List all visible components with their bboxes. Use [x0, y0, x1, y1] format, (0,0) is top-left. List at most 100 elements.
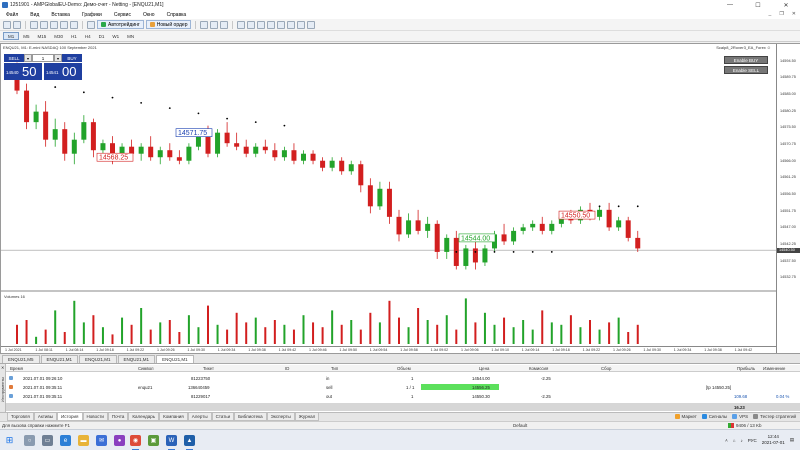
trade-price-label[interactable]: 14550.50	[558, 210, 596, 220]
timeframe-mn[interactable]: MN	[123, 32, 138, 40]
status-connection[interactable]: 9406 / 13 Kb	[728, 423, 762, 428]
tab-alerts[interactable]: Алерты	[187, 413, 212, 421]
word-icon[interactable]: W	[166, 435, 177, 450]
tab-trade[interactable]: Торговля	[7, 413, 34, 421]
sell-price-box[interactable]: 14540 50	[4, 63, 42, 80]
new-chart-icon[interactable]	[3, 20, 11, 29]
chart-window[interactable]: 14568.25 14571.75 14544.00 14550.50 ENQU21,…	[0, 43, 800, 354]
tab-news[interactable]: Новости	[82, 413, 108, 421]
timeframe-m1[interactable]: M1	[3, 32, 20, 40]
profiles-icon[interactable]	[13, 20, 21, 29]
indicators-icon[interactable]	[287, 20, 296, 29]
volume-input[interactable]: 1	[32, 54, 54, 62]
tab-assets[interactable]: Активы	[33, 413, 58, 421]
col-id[interactable]: ID	[285, 366, 289, 371]
input-language[interactable]: РУС	[748, 438, 757, 443]
col-commission[interactable]: Комиссия	[529, 366, 548, 371]
history-row[interactable]: 2021.07.01 09:35:11 enqu21 136640459 sel…	[6, 383, 800, 391]
windows-start-icon[interactable]: ⊞	[4, 435, 15, 446]
bar-chart-icon[interactable]	[200, 20, 209, 29]
chrome-icon[interactable]: ◉	[130, 435, 141, 450]
toolbox-close-button[interactable]: ✕	[1, 365, 4, 370]
tab-calendar[interactable]: Календарь	[128, 413, 160, 421]
network-icon[interactable]: ⌂	[733, 438, 736, 443]
data-window-icon[interactable]	[40, 20, 48, 29]
menu-tools[interactable]: Сервис	[108, 12, 137, 18]
ide-icon[interactable]	[87, 20, 95, 29]
menu-window[interactable]: Окно	[137, 12, 161, 18]
status-profile[interactable]: Default	[513, 423, 527, 428]
minimize-button[interactable]: —	[716, 0, 744, 10]
file-explorer-icon[interactable]: ▬	[78, 435, 89, 446]
tester-link[interactable]: Тестер стратегий	[753, 414, 796, 419]
tab-mailbox[interactable]: Почта	[107, 413, 129, 421]
market-watch-icon[interactable]	[30, 20, 38, 29]
menu-file[interactable]: Файл	[0, 12, 24, 18]
periods-icon[interactable]	[297, 20, 306, 29]
volume-dropdown[interactable]: ▾	[24, 54, 32, 62]
child-close-button[interactable]: ✕	[792, 11, 796, 17]
tray-chevron-icon[interactable]: ˄	[725, 438, 728, 443]
col-ticket[interactable]: Тикет	[203, 366, 214, 371]
sell-button[interactable]: SELL	[4, 54, 24, 62]
timeframe-m15[interactable]: M15	[34, 32, 51, 40]
col-type[interactable]: Тип	[331, 366, 338, 371]
price-axis[interactable]: 14594.50 14589.75 14585.00 14580.25 14575.50…	[776, 44, 800, 353]
tab-code-base[interactable]: Библиотека	[234, 413, 267, 421]
price-chart[interactable]: 14568.25 14571.75 14544.00 14550.50	[1, 44, 776, 346]
signals-link[interactable]: Сигналы	[701, 414, 727, 419]
new-order-button[interactable]: Новый ордер	[145, 20, 192, 29]
buy-price-box[interactable]: 14541 00	[44, 63, 82, 80]
child-restore-button[interactable]: ❐	[779, 11, 783, 17]
app-icon-purple[interactable]: ●	[114, 435, 125, 446]
history-row[interactable]: 2021.07.01 09:35:11 81229017 out 1 14550…	[6, 392, 800, 400]
close-button[interactable]: ✕	[772, 0, 800, 10]
buy-button[interactable]: BUY	[62, 54, 82, 62]
col-symbol[interactable]: Символ	[138, 366, 154, 371]
task-view-icon[interactable]: ▭	[42, 435, 53, 446]
time-axis[interactable]: 1 Jul 2021 1 Jul 08:11 1 Jul 08:14 1 Jul 09…	[1, 346, 776, 353]
metatrader-icon[interactable]: ▲	[184, 435, 195, 450]
autoscroll-icon[interactable]	[267, 20, 276, 29]
zoom-in-icon[interactable]	[237, 20, 246, 29]
col-change[interactable]: Изменение	[763, 366, 785, 371]
menu-help[interactable]: Справка	[161, 12, 193, 18]
col-price[interactable]: Цена	[479, 366, 489, 371]
maximize-button[interactable]: ☐	[744, 0, 772, 10]
volume-stepper[interactable]: ▾	[54, 54, 62, 62]
zoom-out-icon[interactable]	[247, 20, 256, 29]
menu-insert[interactable]: Вставка	[45, 12, 76, 18]
timeframe-h4[interactable]: H4	[81, 32, 95, 40]
volume-icon[interactable]: ♪	[740, 438, 742, 443]
enable-buy-button[interactable]: Enable BUY	[724, 56, 768, 64]
chart-shift-icon[interactable]	[277, 20, 286, 29]
timeframe-h1[interactable]: H1	[67, 32, 81, 40]
candle-chart-icon[interactable]	[210, 20, 219, 29]
chart-tab[interactable]: ENQU21,M1	[79, 355, 117, 363]
trade-price-label[interactable]: 14571.75	[175, 128, 213, 138]
autotrading-button[interactable]: Автотрейдинг	[97, 20, 144, 29]
trade-price-label[interactable]: 14544.00	[458, 233, 496, 243]
chart-tab-active[interactable]: ENQU21,M1	[156, 355, 194, 363]
timeframe-w1[interactable]: W1	[108, 32, 123, 40]
app-icon-green[interactable]: ▣	[148, 435, 159, 446]
vps-link[interactable]: VPS	[732, 414, 748, 419]
tab-experts[interactable]: Эксперты	[266, 413, 295, 421]
clock[interactable]: 12:44 2021-07-01	[762, 434, 785, 446]
enable-sell-button[interactable]: Enable SELL	[724, 66, 768, 74]
mail-icon[interactable]: ✉	[96, 435, 107, 446]
tab-company[interactable]: Компания	[159, 413, 188, 421]
toolbox-icon[interactable]	[60, 20, 68, 29]
menu-charts[interactable]: Графики	[76, 12, 108, 18]
menu-view[interactable]: Вид	[24, 12, 45, 18]
strategy-tester-icon[interactable]	[70, 20, 78, 29]
market-link[interactable]: Маркет	[674, 414, 697, 419]
tab-articles[interactable]: Статьи	[211, 413, 235, 421]
templates-icon[interactable]	[307, 20, 316, 29]
chart-tab[interactable]: ENQU21,M1	[40, 355, 79, 363]
col-volume[interactable]: Объем	[397, 366, 411, 371]
col-time[interactable]: Время	[10, 366, 23, 371]
notifications-icon[interactable]: ▤	[790, 437, 794, 443]
tab-journal[interactable]: Журнал	[294, 413, 320, 421]
chart-tab[interactable]: ENQU21,M5	[2, 355, 40, 363]
